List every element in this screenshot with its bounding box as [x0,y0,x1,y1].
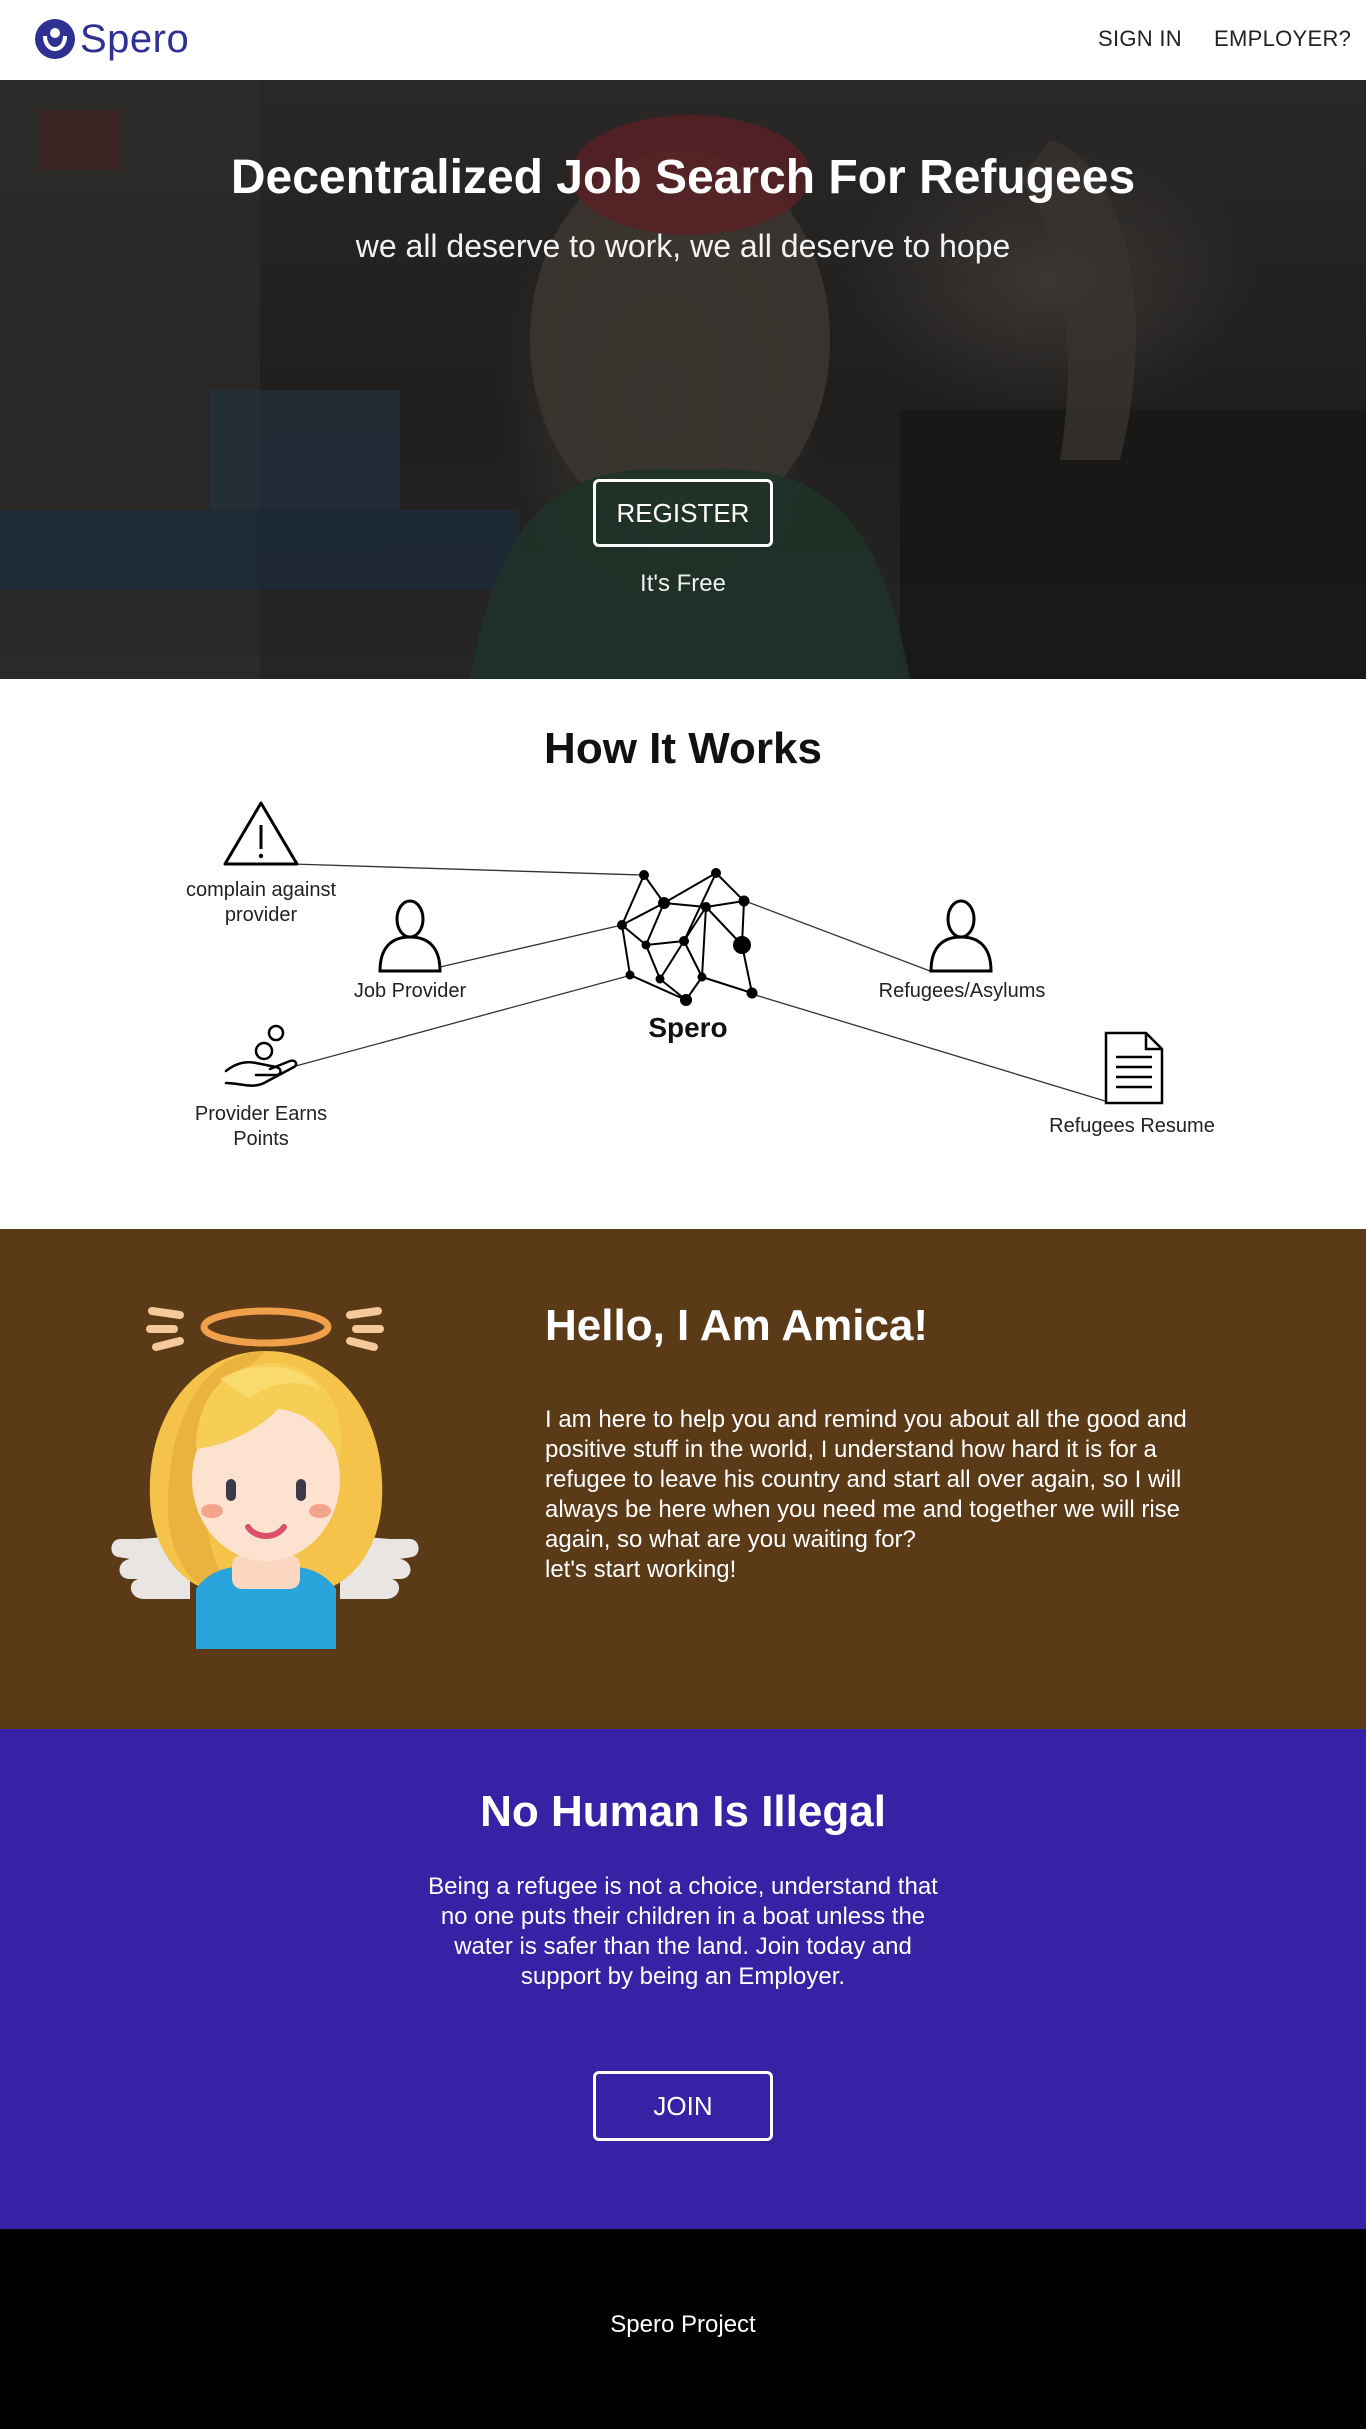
sign-in-link[interactable]: SIGN IN [1098,26,1182,52]
no-human-illegal-section: No Human Is Illegal Being a refugee is n… [0,1729,1366,2229]
top-nav: Spero SIGN IN EMPLOYER? [0,0,1366,80]
warning-triangle-icon [223,801,299,866]
amica-paragraph: I am here to help you and remind you abo… [545,1406,1187,1553]
hero-section: Decentralized Job Search For Refugees we… [0,80,1366,679]
how-it-works-section: How It Works complain against provider J… [0,679,1366,1229]
document-icon [1104,1031,1164,1105]
brand-logo[interactable]: Spero [34,14,189,64]
node-label-resume: Refugees Resume [1049,1115,1215,1137]
hero-title: Decentralized Job Search For Refugees [230,151,1136,204]
free-note: It's Free [640,570,726,597]
brand-name: Spero [80,16,190,61]
employer-link[interactable]: EMPLOYER? [1214,26,1351,52]
amica-section: Hello, I Am Amica! I am here to help you… [0,1229,1366,1729]
node-label-complain: complain against provider [185,879,337,926]
footer: Spero Project [0,2229,1366,2429]
spero-logo-icon [35,19,75,59]
join-button[interactable]: JOIN [593,2071,773,2141]
register-button[interactable]: REGISTER [593,479,773,547]
node-label-refugees: Refugees/Asylums [878,980,1046,1002]
node-label-job-provider: Job Provider [353,980,467,1002]
job-provider-person-icon [378,899,442,973]
hand-coin-icon [224,1024,298,1087]
amica-title: Hello, I Am Amica! [545,1301,929,1350]
network-icon [617,868,758,1006]
illegal-title: No Human Is Illegal [480,1787,886,1836]
amica-text: I am here to help you and remind you abo… [545,1405,1225,1585]
illegal-text: Being a refugee is not a choice, underst… [428,1873,938,1990]
angel-avatar-icon [111,1307,419,1649]
node-label-spero: Spero [648,1012,728,1043]
amica-cta-line: let's start working! [545,1556,737,1583]
refugees-person-icon [929,899,993,973]
footer-text: Spero Project [610,2311,756,2338]
node-label-earn-points: Provider Earns Points [194,1103,328,1150]
hero-subtitle: we all deserve to work, we all deserve t… [355,228,1011,264]
